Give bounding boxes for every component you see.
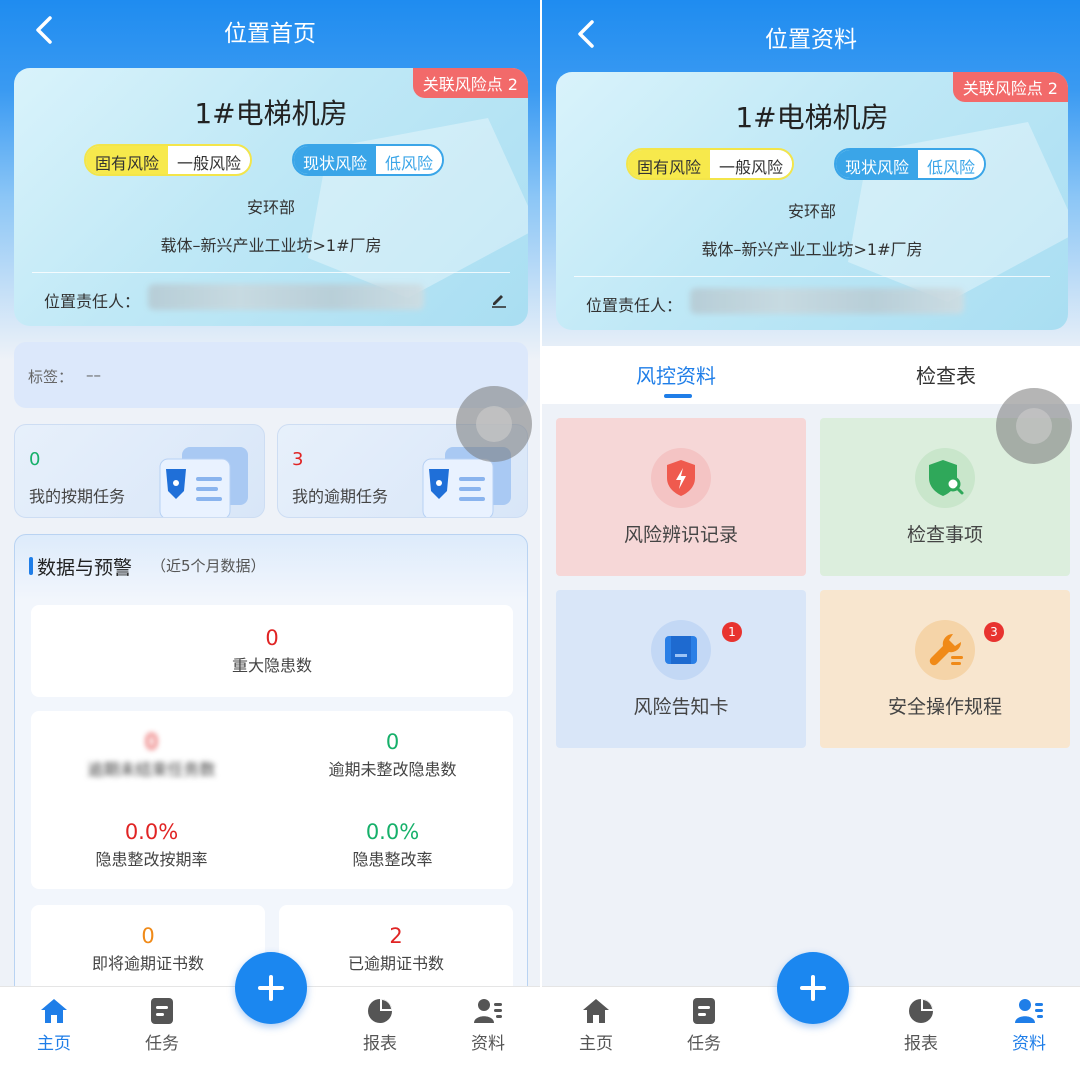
- location-home-screen: 位置首页 关联风险点 2 1#电梯机房 固有风险 一般风险 现状风险 低风险 安…: [0, 0, 540, 1074]
- inherent-risk-value: 一般风险: [168, 146, 251, 174]
- location-name: 1#电梯机房: [194, 97, 348, 130]
- profile-icon: [474, 999, 502, 1023]
- plus-icon: [800, 975, 826, 1001]
- tile-safety-operating-procedures[interactable]: 3 安全操作规程: [820, 590, 1070, 748]
- wrench-icon: [929, 633, 963, 666]
- owner-label: 位置责任人：: [586, 296, 683, 315]
- add-button[interactable]: [235, 952, 307, 1024]
- rectify-rate-stat[interactable]: 0.0% 隐患整改率: [272, 819, 513, 873]
- tab-risk-control-docs[interactable]: 风控资料: [636, 360, 716, 389]
- current-risk-value: 低风险: [376, 146, 443, 174]
- hazard-stats-card: 0 逾期未结束任务数 0 逾期未整改隐患数 0.0% 隐患整改按期率 0.0% …: [31, 711, 513, 889]
- notification-badge: 1: [722, 622, 742, 642]
- tile-risk-identification-records[interactable]: 风险辨识记录: [556, 418, 806, 576]
- edit-icon[interactable]: [490, 290, 508, 308]
- current-risk-value: 低风险: [918, 150, 985, 178]
- card-divider: [574, 276, 1050, 277]
- department: 安环部: [246, 198, 295, 217]
- ontime-rectify-rate-stat[interactable]: 0.0% 隐患整改按期率: [31, 819, 272, 873]
- location-info-screen: 位置资料 关联风险点 2 1#电梯机房 固有风险 一般风险 现状风险 低风险 安…: [542, 0, 1080, 1074]
- pie-chart-icon: [909, 999, 933, 1023]
- tab-profile[interactable]: 资料: [453, 997, 523, 1054]
- location-card: 关联风险点 2 1#电梯机房 固有风险 一般风险 现状风险 低风险 安环部 载体…: [556, 72, 1068, 330]
- notification-badge: 3: [984, 622, 1004, 642]
- tab-home[interactable]: 主页: [561, 997, 631, 1054]
- major-hazards-card[interactable]: 0 重大隐患数: [31, 605, 513, 697]
- tab-reports[interactable]: 报表: [886, 997, 956, 1054]
- data-and-alerts-panel: 数据与预警 （近5个月数据） 0 重大隐患数 0 逾期未结束任务数 0 逾期未整…: [14, 534, 528, 1005]
- owner-label: 位置责任人：: [44, 292, 141, 311]
- shield-lightning-icon: [667, 460, 695, 496]
- tab-tasks[interactable]: 任务: [669, 997, 739, 1054]
- tab-profile[interactable]: 资料: [994, 997, 1064, 1054]
- task-icon: [151, 998, 173, 1024]
- overdue-task-label: 我的逾期任务: [292, 487, 389, 506]
- section-accent-bar: [29, 557, 33, 575]
- section-subtitle: （近5个月数据）: [151, 557, 266, 575]
- location-card: 关联风险点 2 1#电梯机房 固有风险 一般风险 现状风险 低风险 安环部 载体…: [14, 68, 528, 326]
- department: 安环部: [787, 202, 836, 221]
- current-risk-label: 现状风险: [836, 150, 919, 178]
- card-icon: [665, 636, 697, 664]
- owner-name-redacted: [148, 284, 424, 310]
- overdue-unrectified-stat[interactable]: 0 逾期未整改隐患数: [272, 729, 513, 783]
- overdue-task-count: 3: [292, 449, 304, 470]
- page-title: 位置首页: [224, 21, 316, 47]
- card-divider: [32, 272, 510, 273]
- tab-tasks[interactable]: 任务: [127, 997, 197, 1054]
- current-risk-pill: 现状风险 低风险: [834, 148, 987, 180]
- section-title: 数据与预警: [37, 557, 133, 579]
- app-header: 位置首页: [0, 0, 540, 64]
- document-pen-icon: [159, 447, 248, 517]
- major-hazards-value: 0: [265, 626, 279, 650]
- tab-home[interactable]: 主页: [19, 997, 89, 1054]
- inherent-risk-label: 固有风险: [86, 146, 169, 174]
- tile-risk-notice-card[interactable]: 1 风险告知卡: [556, 590, 806, 748]
- home-icon: [583, 999, 609, 1023]
- inherent-risk-pill: 固有风险 一般风险: [626, 148, 795, 180]
- shield-search-icon: [929, 460, 964, 496]
- task-icon: [693, 998, 715, 1024]
- overdue-unfinished-tasks-stat[interactable]: 0 逾期未结束任务数: [31, 729, 272, 783]
- floating-assistive-touch-button[interactable]: [456, 386, 532, 462]
- content-tabs: 风控资料 检查表: [542, 346, 1080, 404]
- inherent-risk-label: 固有风险: [628, 150, 711, 178]
- profile-icon: [1015, 999, 1043, 1023]
- major-hazards-label: 重大隐患数: [231, 656, 312, 675]
- page-title: 位置资料: [765, 27, 857, 53]
- my-ontime-tasks-card[interactable]: 0 我的按期任务: [14, 424, 265, 518]
- location-path: 载体–新兴产业工业坊>1#厂房: [701, 240, 923, 259]
- plus-icon: [258, 975, 284, 1001]
- ontime-task-label: 我的按期任务: [29, 487, 126, 506]
- app-header: 位置资料: [542, 0, 1080, 64]
- active-tab-indicator: [664, 394, 692, 398]
- tags-row: 标签： ––: [14, 342, 528, 408]
- tags-label: 标签：: [28, 368, 74, 386]
- current-risk-pill: 现状风险 低风险: [292, 144, 445, 176]
- tab-checklist[interactable]: 检查表: [916, 360, 976, 389]
- inherent-risk-pill: 固有风险 一般风险: [84, 144, 253, 176]
- ontime-task-count: 0: [29, 449, 41, 470]
- add-button[interactable]: [777, 952, 849, 1024]
- pie-chart-icon: [368, 999, 392, 1023]
- inherent-risk-value: 一般风险: [710, 150, 793, 178]
- home-icon: [41, 999, 67, 1023]
- owner-name-redacted: [690, 288, 964, 314]
- tags-value: ––: [86, 366, 101, 384]
- tab-reports[interactable]: 报表: [345, 997, 415, 1054]
- current-risk-label: 现状风险: [294, 146, 377, 174]
- floating-assistive-touch-button[interactable]: [996, 388, 1072, 464]
- location-name: 1#电梯机房: [735, 101, 889, 134]
- location-path: 载体–新兴产业工业坊>1#厂房: [160, 236, 382, 255]
